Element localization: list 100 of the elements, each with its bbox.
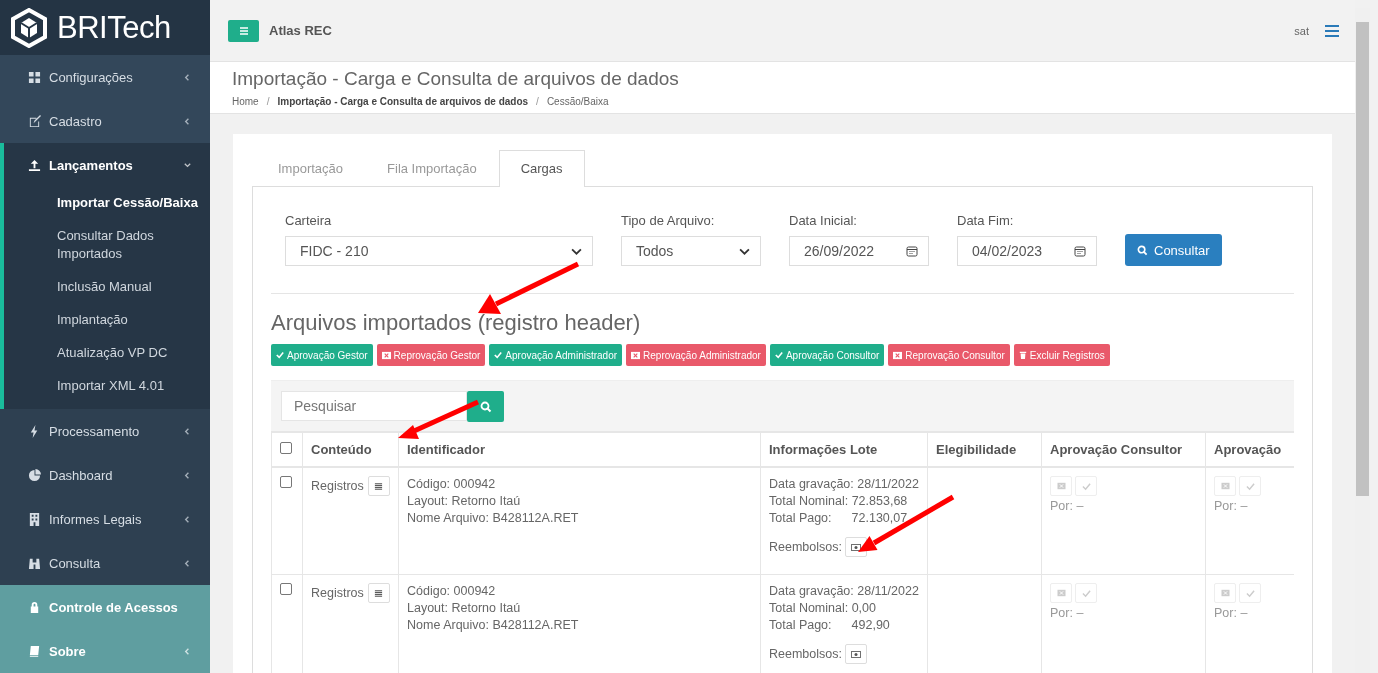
list-icon xyxy=(374,588,384,598)
reject-button[interactable] xyxy=(1214,476,1236,496)
check-icon xyxy=(1245,588,1255,598)
check-icon xyxy=(1081,588,1091,598)
table-cell: Registros xyxy=(311,479,364,493)
breadcrumb-separator: / xyxy=(266,96,270,107)
chevron-icon xyxy=(183,426,192,436)
select-field[interactable]: Todos xyxy=(621,236,761,266)
search-field[interactable]: Pesquisar xyxy=(281,391,467,421)
reject-button[interactable] xyxy=(1050,583,1072,603)
check-icon xyxy=(494,351,503,359)
chevron-icon xyxy=(183,72,192,82)
approve-button[interactable] xyxy=(1239,583,1261,603)
column-header: Conteúdo xyxy=(311,442,372,457)
checkbox[interactable] xyxy=(280,476,292,488)
date-field[interactable]: 04/02/2023 xyxy=(957,236,1097,266)
chevron-icon xyxy=(183,470,192,480)
money-button[interactable] xyxy=(844,644,867,664)
chevron-icon xyxy=(183,160,192,170)
user-name[interactable]: sat xyxy=(1294,24,1309,37)
table-cell-text: Nome Arquivo: B428112A.RET xyxy=(407,617,580,634)
sidebar-subitem[interactable]: Importar XML 4.01 xyxy=(4,370,210,409)
calendar-icon xyxy=(1074,245,1086,257)
breadcrumb-link[interactable]: Cessão/Baixa xyxy=(546,96,609,107)
table-cell: Reembolsos: xyxy=(769,540,842,554)
cross-icon xyxy=(1220,589,1230,597)
reject-button[interactable] xyxy=(1050,476,1072,496)
approve-button[interactable] xyxy=(1075,583,1097,603)
brand-name: BRITech xyxy=(57,9,171,46)
field-label: Carteira xyxy=(285,213,333,228)
table-cell: 492,90 xyxy=(851,617,890,634)
search-button[interactable] xyxy=(467,391,504,422)
search-icon xyxy=(1137,244,1148,256)
calendar-icon xyxy=(906,245,918,257)
sidebar-item[interactable]: Consulta xyxy=(0,541,210,585)
list-icon xyxy=(374,481,384,491)
table-cell-text: Por: – xyxy=(1214,606,1249,620)
field-label: Data Fim: xyxy=(957,213,1015,228)
sidebar-item[interactable]: Dashboard xyxy=(0,453,210,497)
table-cell-text: Por: – xyxy=(1050,499,1085,513)
checkbox[interactable] xyxy=(280,583,292,595)
select-field[interactable]: FIDC - 210 xyxy=(285,236,593,266)
money-button[interactable] xyxy=(844,537,867,557)
cross-icon xyxy=(1220,482,1230,490)
table-cell-text: Layout: Retorno Itaú xyxy=(407,600,522,617)
checkbox[interactable] xyxy=(280,442,292,454)
table-cell: Data gravação: 28/11/2022 xyxy=(769,476,919,493)
table-cell: Reembolsos: xyxy=(769,647,842,661)
section-title: Arquivos importados (registro header) xyxy=(271,310,642,336)
cross-icon xyxy=(381,350,391,360)
page-title: Importação - Carga e Consulta de arquivos de dados xyxy=(232,68,680,90)
check-icon xyxy=(276,351,284,359)
breadcrumb-link[interactable]: Importação - Carga e Consulta de arquivos de dados xyxy=(277,96,529,107)
list-button[interactable] xyxy=(367,583,390,603)
sidebar-item[interactable]: Processamento xyxy=(0,409,210,453)
approve-button[interactable] xyxy=(1239,476,1261,496)
field-label: Tipo de Arquivo: xyxy=(621,213,716,228)
sidebar-item[interactable]: Informes Legais xyxy=(0,497,210,541)
consult-button[interactable]: Consultar xyxy=(1125,234,1222,266)
list-button[interactable] xyxy=(367,476,390,496)
chevron-icon xyxy=(183,646,192,656)
chevron-icon xyxy=(183,514,192,524)
table-cell: Total Pago: xyxy=(769,510,832,527)
chevron-icon xyxy=(183,558,192,568)
sidebar-item[interactable]: Lançamentos xyxy=(4,143,210,187)
check-icon xyxy=(1081,481,1091,491)
sidebar-item[interactable]: Cadastro xyxy=(0,99,210,143)
table-cell-text: Por: – xyxy=(1214,499,1249,513)
tab[interactable]: Cargas xyxy=(498,150,585,187)
table-cell: Total Pago: xyxy=(769,617,832,634)
column-header: Aprovação xyxy=(1214,442,1282,457)
reject-button[interactable] xyxy=(1214,583,1236,603)
approve-button[interactable] xyxy=(1075,476,1097,496)
field-label: Data Inicial: xyxy=(789,213,858,228)
table-cell-text: Código: 000942 xyxy=(407,583,497,600)
sidebar-item[interactable]: Configurações xyxy=(0,55,210,99)
breadcrumb-link[interactable]: Home xyxy=(232,96,259,107)
cross-icon xyxy=(631,350,641,360)
logo-icon xyxy=(9,7,49,48)
column-header: Elegibilidade xyxy=(936,442,1017,457)
date-field[interactable]: 26/09/2022 xyxy=(789,236,929,266)
sidebar-subitem[interactable]: Atualização VP DC xyxy=(4,337,210,370)
chevron-icon xyxy=(183,116,192,126)
sidebar-subitem[interactable]: Implantação xyxy=(4,304,210,337)
search-icon xyxy=(479,400,492,413)
banknote-icon xyxy=(850,650,861,658)
table-cell-text: Código: 000942 xyxy=(407,476,497,493)
sidebar-subitem[interactable]: Inclusão Manual xyxy=(4,271,210,304)
trash-icon xyxy=(1018,351,1027,359)
cross-icon xyxy=(1056,589,1066,597)
check-icon xyxy=(1245,481,1255,491)
table-cell: Data gravação: 28/11/2022 xyxy=(769,583,919,600)
sidebar-subitem[interactable]: Consultar Dados Importados xyxy=(4,220,210,271)
column-header: Identificador xyxy=(407,442,485,457)
app-name: Atlas REC xyxy=(269,23,332,38)
menu-button[interactable] xyxy=(228,19,259,42)
sidebar-subitem[interactable]: Importar Cessão/Baixa xyxy=(4,187,210,220)
table-cell: Registros xyxy=(311,586,364,600)
check-icon xyxy=(774,351,783,359)
breadcrumb-separator: / xyxy=(536,96,539,107)
